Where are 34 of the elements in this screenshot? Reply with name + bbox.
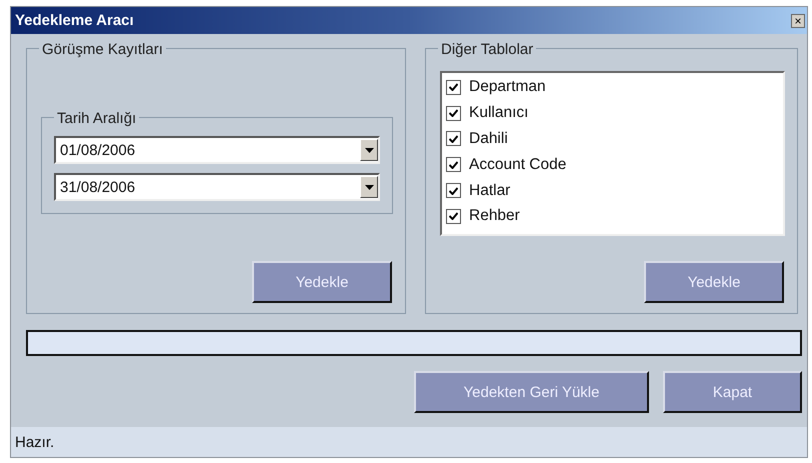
check-icon: [449, 160, 458, 169]
checkbox-label: Rehber: [469, 207, 520, 226]
check-icon: [449, 109, 458, 118]
backup-button[interactable]: Yedekle: [252, 261, 392, 303]
date-dropdown[interactable]: 01/08/2006: [54, 136, 380, 164]
checkbox-label: Dahili: [469, 130, 508, 148]
close-button[interactable]: ×: [791, 14, 805, 28]
checkbox-label: Departman: [469, 78, 546, 96]
check-icon: [449, 186, 458, 195]
group-title: Diğer Tablolar: [438, 41, 536, 58]
checkbox[interactable]: [446, 157, 461, 172]
close-button[interactable]: Kapat: [663, 371, 802, 413]
group-title: Görüşme Kayıtları: [39, 41, 166, 58]
window-title: Yedekleme Aracı: [15, 12, 134, 29]
dropdown-button[interactable]: [360, 139, 378, 161]
status-text: Hazır.: [15, 434, 54, 450]
date-dropdown[interactable]: 31/08/2006: [54, 173, 380, 201]
checkbox[interactable]: [446, 80, 461, 95]
restore-button[interactable]: Yedekten Geri Yükle: [414, 371, 649, 413]
checkbox[interactable]: [446, 131, 461, 146]
check-icon: [449, 83, 458, 92]
caret-icon: [364, 148, 374, 152]
group-title: Tarih Aralığı: [54, 110, 140, 127]
dropdown-button[interactable]: [360, 176, 378, 198]
checkbox[interactable]: [446, 106, 461, 121]
checkbox-label: Hatlar: [469, 182, 510, 200]
checkbox[interactable]: [446, 208, 461, 224]
check-icon: [449, 212, 458, 220]
checkbox-label: Account Code: [469, 156, 566, 174]
checkbox-label: Kullanıcı: [469, 104, 528, 122]
checkbox[interactable]: [446, 183, 461, 198]
backup-button[interactable]: Yedekle: [644, 261, 784, 303]
caret-icon: [364, 184, 374, 190]
check-icon: [449, 134, 458, 143]
